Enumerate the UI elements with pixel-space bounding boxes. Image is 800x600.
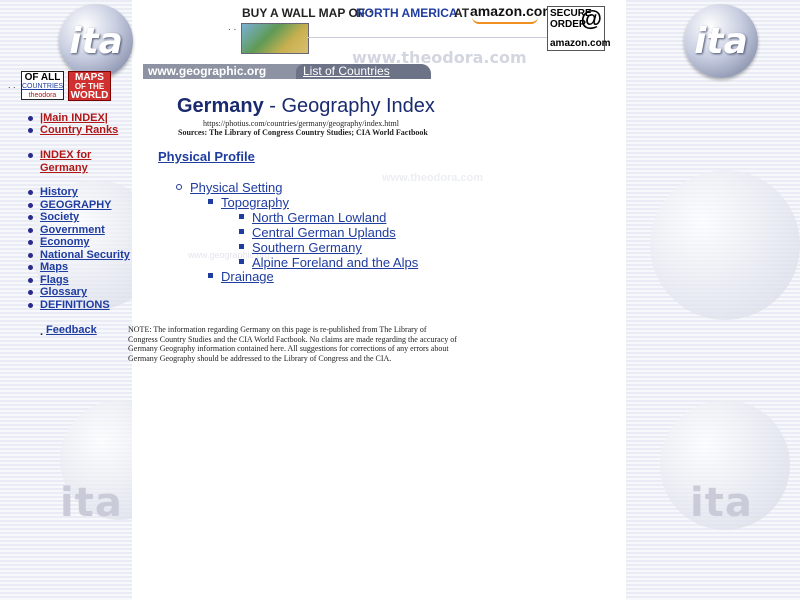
page-title-country: Germany [177,95,264,117]
square-bullet-icon [239,214,244,219]
sidebar-item-flags[interactable]: Flags [40,274,69,286]
bullet-icon [28,290,33,295]
square-bullet-icon [239,259,244,264]
sidebar-item-society[interactable]: Society [40,211,79,223]
maps-of-the-world-badge[interactable]: MAPS OF THE WORLD [68,71,111,101]
ita-logo-right[interactable]: ita [684,4,758,78]
secure-amazon-text: amazon.com [550,38,611,49]
bullet-icon [28,153,33,158]
buy-map-label: BUY A WALL MAP OF : [242,6,373,20]
background-globe-decoration [650,170,800,320]
sidebar-item-index-for-germany[interactable]: INDEX for Germany [40,149,91,174]
bullet-icon [28,240,33,245]
sidebar-item-glossary[interactable]: Glossary [40,286,87,298]
disclaimer-note: NOTE: The information regarding Germany … [128,325,457,363]
drainage-link[interactable]: Drainage [221,269,274,284]
sidebar-item-history[interactable]: History [40,186,78,198]
alpine-foreland-link[interactable]: Alpine Foreland and the Alps [252,255,418,270]
sidebar-item-maps[interactable]: Maps [40,261,68,273]
page-title: Germany - Geography Index [177,95,435,118]
bullet-icon [28,265,33,270]
badge-dots: . . [8,80,16,90]
badge-text: WORLD [70,90,109,101]
circle-bullet-icon [176,184,182,190]
background-ita-decoration: ita [60,480,123,526]
square-bullet-icon [239,229,244,234]
bullet-icon [28,278,33,283]
bullet-icon [28,303,33,308]
southern-germany-link[interactable]: Southern Germany [252,240,362,255]
secure-order-button[interactable]: SECURE ORDER @ amazon.com [547,6,611,51]
germany-label: Germany [40,162,88,174]
sidebar-item-country-ranks[interactable]: Country Ranks [40,124,118,136]
bullet-icon [28,215,33,220]
square-bullet-icon [239,244,244,249]
square-bullet-icon [208,273,213,278]
all-countries-badge[interactable]: OF ALL COUNTRIES theodora [21,71,64,100]
ita-logo-text: ita [694,20,748,62]
bullet-icon [28,128,33,133]
sidebar-item-geography[interactable]: GEOGRAPHY [40,199,112,211]
sidebar-item-government[interactable]: Government [40,224,105,236]
ita-logo-text: ita [69,20,123,62]
sidebar-item-feedback[interactable]: Feedback [46,324,97,336]
north-german-lowland-link[interactable]: North German Lowland [252,210,386,225]
geographic-org-link[interactable]: www.geographic.org [148,64,266,79]
page-url: https://photius.com/countries/germany/ge… [203,119,399,128]
physical-setting-link[interactable]: Physical Setting [190,180,283,195]
badge-text: COUNTRIES [22,83,64,90]
list-of-countries-link[interactable]: List of Countries [303,64,390,79]
bullet-icon [28,228,33,233]
badge-text: OF ALL [24,72,61,83]
north-america-map-thumbnail[interactable] [241,23,309,54]
amazon-logo[interactable]: amazon.com [470,3,555,24]
index-for-label: INDEX for [40,149,92,161]
at-label: AT [454,6,470,20]
sidebar-item-national-security[interactable]: National Security [40,249,130,261]
bullet-icon [28,116,33,121]
header-dots: . . [228,22,237,33]
north-america-link[interactable]: NORTH AMERICA [356,6,458,20]
content-watermark: www.theodora.com [382,172,484,184]
background-ita-decoration: ita [690,480,753,526]
amazon-smile-icon [472,17,538,24]
central-german-uplands-link[interactable]: Central German Uplands [252,225,396,240]
topography-link[interactable]: Topography [221,195,289,210]
page-sources: Sources: The Library of Congress Country… [178,128,428,137]
bullet-icon [28,253,33,258]
sidebar-item-main-index[interactable]: |Main INDEX| [40,112,108,124]
feedback-prefix: . [40,326,44,338]
page-title-rest: - Geography Index [263,95,435,117]
header-divider [307,37,547,38]
sidebar-item-definitions[interactable]: DEFINITIONS [40,299,110,311]
ita-logo-left[interactable]: ita [59,4,133,78]
at-sign-icon: @ [580,6,602,31]
square-bullet-icon [208,199,213,204]
physical-profile-link[interactable]: Physical Profile [158,149,255,164]
bullet-icon [28,203,33,208]
bullet-icon [28,190,33,195]
sidebar-item-economy[interactable]: Economy [40,236,90,248]
badge-text: theodora [28,92,57,99]
